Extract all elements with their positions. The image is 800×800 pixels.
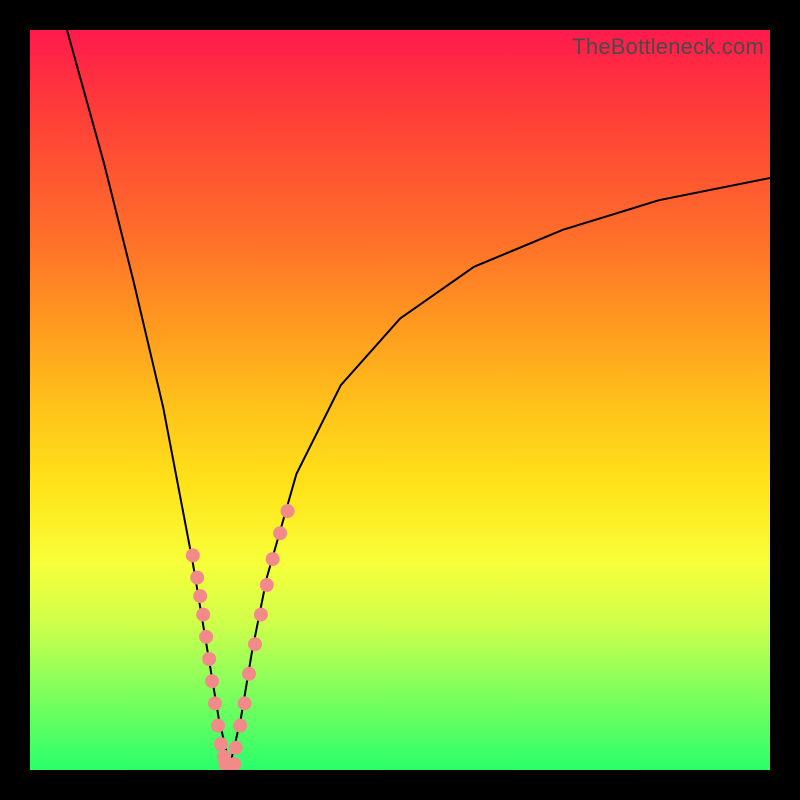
- marker-dot: [186, 548, 200, 562]
- marker-dots: [186, 504, 295, 770]
- bottleneck-curve-svg: [30, 30, 770, 770]
- marker-dot: [218, 757, 232, 770]
- marker-dot: [217, 750, 231, 764]
- chart-frame: TheBottleneck.com: [0, 0, 800, 800]
- marker-dot: [199, 630, 213, 644]
- marker-dot: [223, 759, 237, 770]
- marker-dot: [227, 757, 241, 770]
- marker-dot: [260, 578, 274, 592]
- marker-dot: [229, 741, 243, 755]
- marker-dot: [273, 526, 287, 540]
- marker-dot: [190, 571, 204, 585]
- marker-dot: [281, 504, 295, 518]
- watermark-text: TheBottleneck.com: [572, 34, 764, 60]
- marker-dot: [214, 737, 228, 751]
- marker-dot: [205, 674, 219, 688]
- marker-dot: [193, 589, 207, 603]
- marker-dot: [254, 608, 268, 622]
- plot-area: TheBottleneck.com: [30, 30, 770, 770]
- marker-dot: [242, 667, 256, 681]
- marker-dot: [211, 719, 225, 733]
- marker-dot: [238, 696, 252, 710]
- marker-dot: [196, 608, 210, 622]
- marker-dot: [202, 652, 216, 666]
- marker-dot: [248, 637, 262, 651]
- bottleneck-curve: [67, 30, 770, 766]
- marker-dot: [208, 696, 222, 710]
- marker-dot: [266, 552, 280, 566]
- marker-dot: [233, 719, 247, 733]
